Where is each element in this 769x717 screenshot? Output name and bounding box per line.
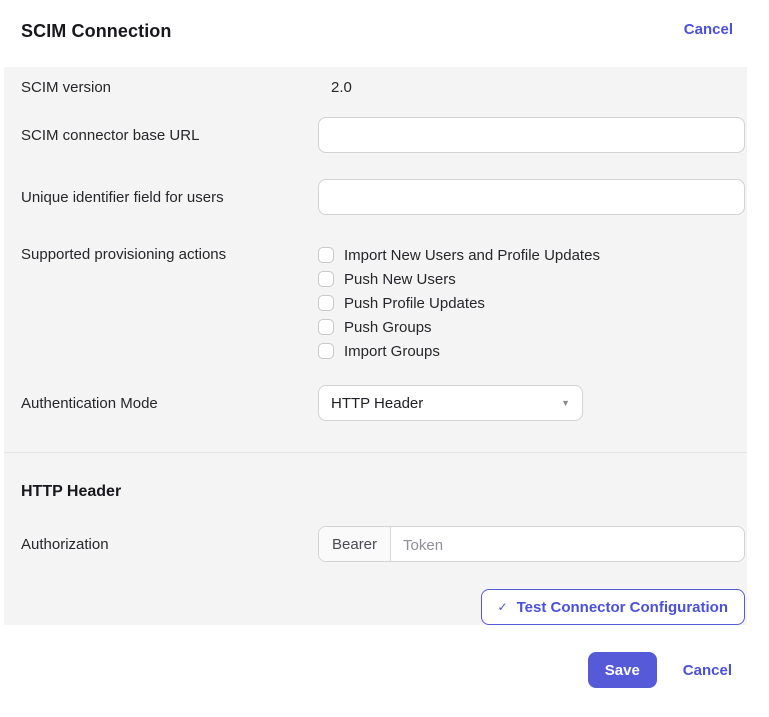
connector-base-url-row: SCIM connector base URL (21, 117, 745, 153)
unique-identifier-label: Unique identifier field for users (21, 188, 224, 206)
checkbox-label: Push New Users (344, 270, 456, 288)
checkbox-option-push-new-users[interactable]: Push New Users (318, 267, 745, 291)
page-header: SCIM Connection Cancel (0, 0, 769, 42)
section-divider (4, 452, 747, 453)
provisioning-actions-row: Supported provisioning actions Import Ne… (21, 243, 745, 363)
checkbox-label: Import Groups (344, 342, 440, 360)
checkbox-option-import-groups[interactable]: Import Groups (318, 339, 745, 363)
check-icon: ✓ (497, 600, 508, 614)
save-button[interactable]: Save (587, 652, 657, 688)
checkbox-option-push-profile-updates[interactable]: Push Profile Updates (318, 291, 745, 315)
checkbox-icon[interactable] (318, 319, 334, 335)
authorization-input-group: Bearer (318, 526, 745, 562)
scim-connection-form: SCIM version 2.0 SCIM connector base URL… (4, 67, 747, 625)
test-connector-row: ✓ Test Connector Configuration (21, 589, 745, 625)
checkbox-icon[interactable] (318, 271, 334, 287)
authentication-mode-selected-value: HTTP Header (331, 394, 424, 412)
checkbox-icon[interactable] (318, 295, 334, 311)
authentication-mode-label: Authentication Mode (21, 394, 158, 412)
page-title: SCIM Connection (21, 21, 172, 41)
authorization-token-input[interactable] (391, 527, 744, 561)
connector-base-url-input[interactable] (318, 117, 745, 153)
checkbox-label: Push Groups (344, 318, 432, 336)
provisioning-actions-group: Import New Users and Profile Updates Pus… (318, 243, 745, 363)
scim-version-label: SCIM version (21, 79, 112, 96)
test-connector-configuration-button[interactable]: ✓ Test Connector Configuration (480, 589, 745, 625)
checkbox-icon[interactable] (318, 343, 334, 359)
checkbox-option-push-groups[interactable]: Push Groups (318, 315, 745, 339)
authentication-mode-row: Authentication Mode HTTP Header ▼ (21, 385, 745, 421)
test-connector-configuration-label: Test Connector Configuration (516, 598, 728, 616)
unique-identifier-input[interactable] (318, 179, 745, 215)
checkbox-icon[interactable] (318, 247, 334, 263)
scim-version-value: 2.0 (331, 79, 352, 96)
header-cancel-link[interactable]: Cancel (684, 21, 733, 38)
checkbox-option-import-users[interactable]: Import New Users and Profile Updates (318, 243, 745, 267)
checkbox-label: Import New Users and Profile Updates (344, 246, 600, 264)
connector-base-url-label: SCIM connector base URL (21, 126, 200, 144)
authorization-row: Authorization Bearer (21, 526, 745, 562)
bearer-prefix: Bearer (319, 527, 392, 561)
authorization-label: Authorization (21, 535, 109, 553)
page-footer: Save Cancel (0, 652, 769, 688)
provisioning-actions-label: Supported provisioning actions (21, 246, 227, 263)
footer-cancel-link[interactable]: Cancel (683, 662, 732, 679)
authentication-mode-select[interactable]: HTTP Header ▼ (318, 385, 583, 421)
chevron-down-icon: ▼ (561, 398, 570, 408)
http-header-section-title: HTTP Header (21, 483, 122, 500)
scim-version-row: SCIM version 2.0 (21, 79, 745, 96)
checkbox-label: Push Profile Updates (344, 294, 485, 312)
unique-identifier-row: Unique identifier field for users (21, 179, 745, 215)
